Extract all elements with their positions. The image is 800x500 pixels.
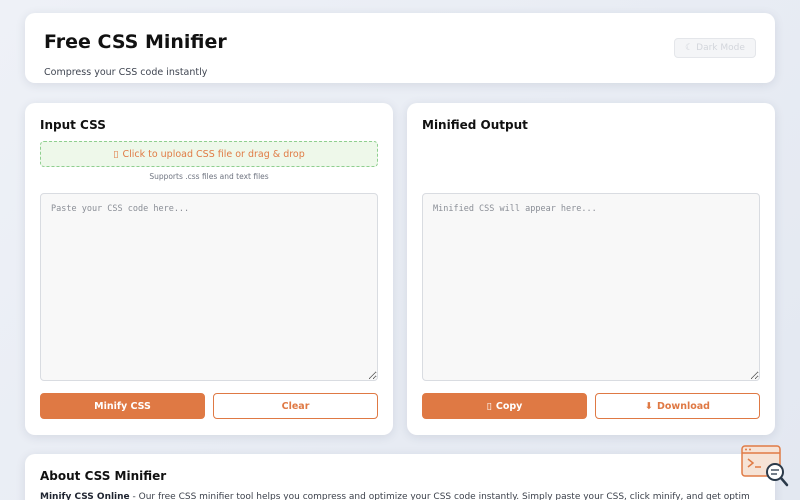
code-search-icon [741,445,789,487]
upload-note: Supports .css files and text files [149,172,269,181]
output-panel-title: Minified Output [422,118,528,132]
input-panel: Input CSS ▯ Click to upload CSS file or … [25,103,393,435]
download-button[interactable]: ⬇ Download [595,393,760,419]
upload-dropzone[interactable]: ▯ Click to upload CSS file or drag & dro… [40,141,378,167]
about-body: - Our free CSS minifier tool helps you c… [129,492,750,500]
clear-button[interactable]: Clear [213,393,378,419]
download-arrow-icon: ⬇ [645,400,653,412]
about-lead: Minify CSS Online [40,492,130,500]
code-search-widget-icon[interactable] [741,445,791,490]
upload-label: Click to upload CSS file or drag & drop [122,148,305,160]
about-title: About CSS Minifier [40,469,167,483]
moon-icon: ☾ [685,43,694,53]
copy-label: Copy [495,400,523,412]
dark-mode-label: Dark Mode [696,43,745,53]
css-output-textarea[interactable] [422,193,760,381]
page-subtitle: Compress your CSS code instantly [44,67,208,78]
clipboard-icon: ▯ [486,400,492,412]
page-title: Free CSS Minifier [44,31,227,53]
minify-label: Minify CSS [94,400,151,412]
folder-icon: ▯ [113,148,119,160]
about-text: Minify CSS Online - Our free CSS minifie… [40,492,750,500]
dark-mode-button[interactable]: ☾ Dark Mode [674,38,756,58]
copy-button[interactable]: ▯ Copy [422,393,587,419]
download-label: Download [657,400,710,412]
input-button-row: Minify CSS Clear [40,393,378,419]
css-input-textarea[interactable] [40,193,378,381]
about-card: About CSS Minifier Minify CSS Online - O… [25,454,775,500]
minify-button[interactable]: Minify CSS [40,393,205,419]
clear-label: Clear [281,400,310,412]
header-card: Free CSS Minifier Compress your CSS code… [25,13,775,83]
output-button-row: ▯ Copy ⬇ Download [422,393,760,419]
input-panel-title: Input CSS [40,118,106,132]
output-panel: Minified Output ▯ Copy ⬇ Download [407,103,775,435]
